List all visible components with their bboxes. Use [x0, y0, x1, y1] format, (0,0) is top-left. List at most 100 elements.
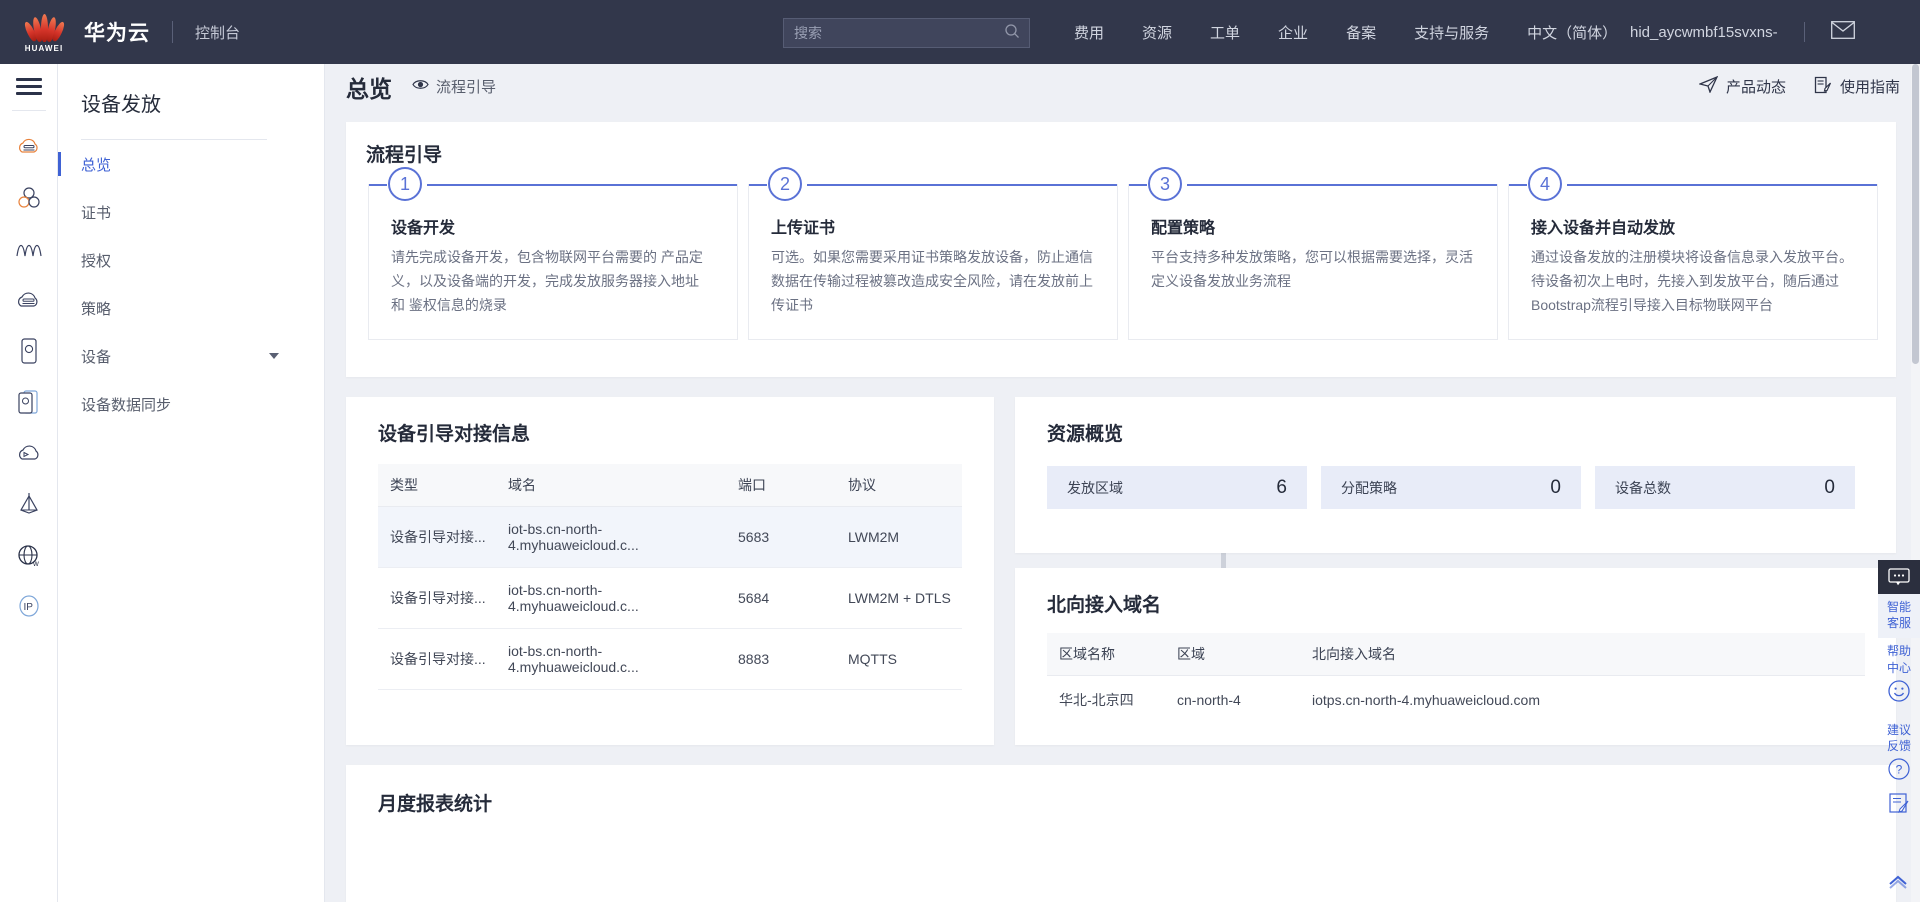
nav-item-support[interactable]: 支持与服务	[1395, 22, 1508, 43]
console-link[interactable]: 控制台	[195, 22, 240, 43]
user-name[interactable]: hid_aycwmbf15svxns-	[1630, 24, 1778, 41]
cell-protocol: LWM2M + DTLS	[836, 568, 962, 629]
huawei-flower-icon	[26, 12, 62, 42]
mail-icon[interactable]	[1831, 21, 1855, 44]
paper-plane-icon	[1699, 76, 1718, 97]
column-header-region: 区域	[1165, 633, 1300, 676]
page-title: 总览	[346, 70, 392, 104]
resource-tile-label: 设备总数	[1615, 478, 1671, 498]
process-guide-label: 流程引导	[436, 76, 496, 97]
product-news-label: 产品动态	[1726, 76, 1786, 97]
docking-table: 类型 域名 端口 协议 设备引导对接... iot-bs.cn-north-4.…	[378, 464, 962, 690]
step-number-badge: 3	[1148, 167, 1182, 201]
northbound-card-title: 北向接入域名	[1047, 590, 1896, 617]
sidebar-item-certificate[interactable]: 证书	[58, 188, 324, 236]
cell-port: 5684	[726, 568, 836, 629]
nav-item-ticket[interactable]: 工单	[1191, 22, 1259, 43]
table-row[interactable]: 设备引导对接... iot-bs.cn-north-4.myhuaweiclou…	[378, 507, 962, 568]
header-user-area: hid_aycwmbf15svxns-	[1630, 0, 1855, 64]
device-group-icon[interactable]	[9, 376, 49, 427]
column-header-region-name: 区域名称	[1047, 633, 1165, 676]
nav-item-fees[interactable]: 费用	[1055, 22, 1123, 43]
huawei-logo[interactable]: HUAWEI	[18, 12, 70, 53]
nav-item-language[interactable]: 中文（简体）	[1508, 22, 1636, 43]
globe-web-icon[interactable]: w	[9, 529, 49, 580]
product-news-link[interactable]: 产品动态	[1699, 76, 1786, 97]
column-header-port: 端口	[726, 464, 836, 507]
smart-service-label-line1: 智能	[1887, 599, 1911, 615]
user-divider	[1804, 22, 1805, 42]
process-guide-toggle[interactable]: 流程引导	[412, 76, 496, 97]
wave-analytics-icon[interactable]	[9, 223, 49, 274]
cloud-server-icon[interactable]	[9, 121, 49, 172]
user-guide-link[interactable]: 使用指南	[1814, 76, 1900, 98]
feedback-label-line2: 反馈	[1887, 738, 1911, 754]
resource-tile-regions[interactable]: 发放区域 6	[1047, 466, 1307, 509]
search-box[interactable]	[783, 18, 1030, 48]
device-icon[interactable]	[9, 325, 49, 376]
sidebar-item-label: 证书	[81, 202, 111, 223]
column-header-protocol: 协议	[836, 464, 962, 507]
search-icon[interactable]	[1004, 23, 1020, 44]
step-connector	[1129, 184, 1497, 185]
cluster-icon[interactable]	[9, 172, 49, 223]
step-number-badge: 1	[388, 167, 422, 201]
sidebar-item-label: 总览	[81, 154, 111, 175]
huawei-wordmark: HUAWEI	[25, 44, 64, 53]
svg-text:?: ?	[1896, 763, 1903, 777]
docking-card-title: 设备引导对接信息	[378, 419, 994, 446]
header-nav: 费用 资源 工单 企业 备案 支持与服务 中文（简体）	[1055, 0, 1636, 64]
resource-tile-value: 0	[1550, 477, 1561, 499]
smart-service-label-line2: 客服	[1887, 615, 1911, 631]
process-step[interactable]: 2 上传证书 可选。如果您需要采用证书策略发放设备，防止通信数据在传输过程被篡改…	[748, 184, 1118, 340]
sidebar-item-label: 策略	[81, 298, 111, 319]
resource-tile-policies[interactable]: 分配策略 0	[1321, 466, 1581, 509]
ip-address-icon[interactable]: IP	[9, 580, 49, 631]
user-guide-label: 使用指南	[1840, 76, 1900, 97]
resource-tile-label: 分配策略	[1341, 478, 1397, 498]
sidebar-item-policy[interactable]: 策略	[58, 284, 324, 332]
feedback-edit-icon[interactable]	[1888, 792, 1910, 818]
scrollbar-thumb[interactable]	[1912, 64, 1919, 364]
nav-item-resource[interactable]: 资源	[1123, 22, 1191, 43]
table-row[interactable]: 设备引导对接... iot-bs.cn-north-4.myhuaweiclou…	[378, 629, 962, 690]
page-bar-actions: 产品动态 使用指南	[1699, 76, 1900, 98]
process-step[interactable]: 1 设备开发 请先完成设备开发，包含物联网平台需要的 产品定义，以及设备端的开发…	[368, 184, 738, 340]
brand-name[interactable]: 华为云	[84, 17, 150, 47]
feedback-button[interactable]: 建议 反馈 ?	[1878, 717, 1920, 828]
sidebar-item-authorization[interactable]: 授权	[58, 236, 324, 284]
process-guide-card: 流程引导 1 设备开发 请先完成设备开发，包含物联网平台需要的 产品定义，以及设…	[346, 122, 1896, 377]
step-number-badge: 4	[1528, 167, 1562, 201]
table-row[interactable]: 设备引导对接... iot-bs.cn-north-4.myhuaweiclou…	[378, 568, 962, 629]
help-center-button[interactable]: 帮助 中心	[1878, 638, 1920, 717]
nav-item-enterprise[interactable]: 企业	[1259, 22, 1327, 43]
table-row[interactable]: 华北-北京四 cn-north-4 iotps.cn-north-4.myhua…	[1047, 676, 1865, 725]
smart-service-chat-icon[interactable]	[1878, 560, 1920, 594]
step-name: 上传证书	[771, 214, 1095, 238]
sidebar-item-overview[interactable]: 总览	[58, 140, 324, 188]
scroll-to-top-icon[interactable]	[1888, 875, 1908, 894]
cloud-deploy-icon[interactable]	[9, 427, 49, 478]
chevron-down-icon[interactable]	[269, 353, 279, 359]
process-step[interactable]: 4 接入设备并自动发放 通过设备发放的注册模块将设备信息录入发放平台。待设备初次…	[1508, 184, 1878, 340]
step-description: 可选。如果您需要采用证书策略发放设备，防止通信数据在传输过程被篡改造成安全风险，…	[771, 245, 1095, 317]
table-header-row: 区域名称 区域 北向接入域名	[1047, 633, 1865, 676]
antenna-icon[interactable]	[9, 478, 49, 529]
sidebar: 设备发放 总览 证书 授权 策略 设备 设备数据同步	[58, 64, 325, 902]
step-description: 平台支持多种发放策略，您可以根据需要选择，灵活定义设备发放业务流程	[1151, 245, 1475, 293]
process-steps: 1 设备开发 请先完成设备开发，包含物联网平台需要的 产品定义，以及设备端的开发…	[368, 184, 1878, 340]
resource-tile-devices[interactable]: 设备总数 0	[1595, 466, 1855, 509]
table-header-row: 类型 域名 端口 协议	[378, 464, 962, 507]
cell-protocol: MQTTS	[836, 629, 962, 690]
smart-service-button[interactable]: 智能 客服	[1878, 594, 1920, 638]
sidebar-item-device[interactable]: 设备	[58, 332, 324, 380]
column-header-northbound-domain: 北向接入域名	[1300, 633, 1865, 676]
process-step[interactable]: 3 配置策略 平台支持多种发放策略，您可以根据需要选择，灵活定义设备发放业务流程	[1128, 184, 1498, 340]
sidebar-item-device-data-sync[interactable]: 设备数据同步	[58, 380, 324, 428]
cloud-database-icon[interactable]	[9, 274, 49, 325]
step-name: 配置策略	[1151, 214, 1475, 238]
search-input[interactable]	[784, 25, 1004, 41]
nav-item-filing[interactable]: 备案	[1327, 22, 1395, 43]
menu-toggle-icon[interactable]	[16, 78, 42, 96]
help-center-label-line2: 中心	[1887, 660, 1911, 676]
